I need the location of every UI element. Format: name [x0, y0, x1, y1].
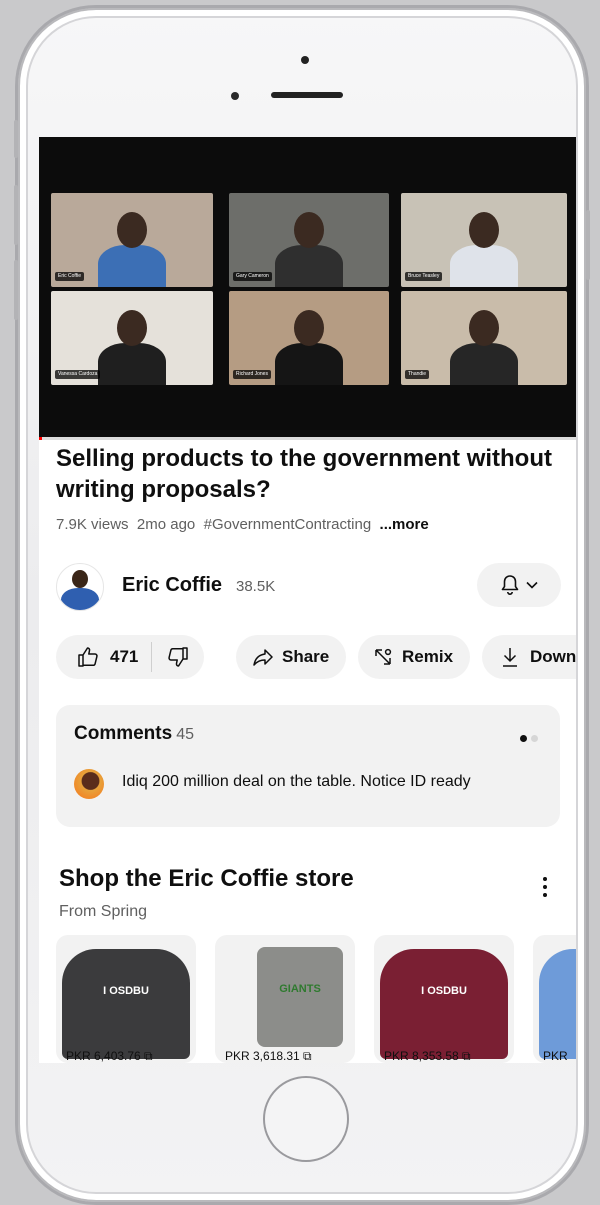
product-card[interactable]: GIANTS: [215, 935, 355, 1063]
participant-body: [450, 244, 518, 287]
product-print-text: GIANTS: [279, 983, 321, 995]
share-icon: [253, 649, 273, 666]
front-camera: [231, 92, 239, 100]
product-price[interactable]: PKR 8,353.58 ⧉: [384, 1049, 471, 1063]
dislike-button[interactable]: [152, 645, 204, 669]
like-button[interactable]: 471: [56, 645, 151, 669]
participant-head: [117, 309, 147, 346]
participant-body: [275, 244, 343, 287]
participant-name-tag: Vanessa Cardoza: [55, 370, 101, 379]
product-price[interactable]: PKR 6,403.76 ⧉: [66, 1049, 153, 1063]
video-metadata[interactable]: 7.9K views 2mo ago #GovernmentContractin…: [56, 516, 429, 533]
share-label: Share: [282, 647, 330, 666]
channel-name[interactable]: Eric Coffie: [122, 574, 222, 597]
product-card[interactable]: I OSDBU: [56, 935, 196, 1063]
top-comment-text: Idiq 200 million deal on the table. Noti…: [122, 773, 471, 790]
participant-body: [98, 342, 166, 385]
front-sensor: [301, 56, 309, 64]
thumbs-up-icon: [78, 647, 98, 667]
participant-tile: Vanessa Cardoza: [51, 291, 213, 385]
product-print-text: I OSDBU: [103, 985, 149, 997]
participant-name-tag: Bruce Teasley: [405, 272, 443, 281]
power-button: [586, 210, 590, 280]
video-player[interactable]: Eric Coffie Gary Cameron Bruce Teasley Vane…: [39, 137, 576, 440]
pager-dot: [531, 735, 538, 742]
share-button[interactable]: Share: [236, 635, 346, 679]
participant-tile: Thandie: [401, 291, 567, 385]
participant-body: [450, 342, 518, 385]
participant-head: [117, 211, 147, 248]
video-progress-bar[interactable]: [39, 437, 576, 440]
shop-heading: Shop the Eric Coffie store: [59, 865, 354, 892]
product-print-text: I OSDBU: [421, 985, 467, 997]
comments-heading: Comments 45: [74, 723, 194, 745]
sweatshirt-image: [539, 949, 576, 1059]
sweatshirt-image: I OSDBU: [380, 949, 508, 1059]
channel-avatar[interactable]: [56, 563, 104, 611]
download-button[interactable]: Down: [482, 635, 576, 679]
remix-icon: [375, 648, 392, 665]
product-price[interactable]: PKR: [543, 1049, 568, 1063]
participant-tile: Gary Cameron: [229, 193, 389, 287]
more-link[interactable]: ...more: [380, 516, 429, 533]
participant-name-tag: Gary Cameron: [233, 272, 272, 281]
comments-count: 45: [176, 726, 194, 743]
participant-tile: Richard Jones: [229, 291, 389, 385]
mug-image: GIANTS: [257, 947, 343, 1047]
participant-body: [98, 244, 166, 287]
video-progress-fill: [39, 437, 42, 440]
shop-subtitle: From Spring: [59, 903, 148, 920]
participant-head: [469, 211, 499, 248]
notification-bell-button[interactable]: [477, 563, 561, 607]
participant-tile: Eric Coffie: [51, 193, 213, 287]
product-card[interactable]: I OSDBU: [374, 935, 514, 1063]
thumbs-down-icon: [168, 647, 188, 667]
youtube-watch-screen: Eric Coffie Gary Cameron Bruce Teasley Vane…: [39, 137, 576, 1063]
like-count: 471: [110, 647, 139, 666]
channel-row: Eric Coffie 38.5K: [56, 561, 561, 611]
sweatshirt-image: I OSDBU: [62, 949, 190, 1059]
volume-up-button: [14, 185, 18, 245]
earpiece-speaker: [271, 92, 343, 98]
upload-age: 2mo ago: [136, 516, 196, 533]
pager-dot-active: [520, 735, 527, 742]
home-button[interactable]: [263, 1076, 349, 1162]
bell-icon: [501, 575, 519, 595]
view-count: 7.9K views: [56, 516, 129, 533]
action-bar: 471 Share Remix Down: [56, 635, 576, 679]
volume-down-button: [14, 260, 18, 320]
participant-name-tag: Thandie: [405, 370, 430, 379]
product-price[interactable]: PKR 3,618.31 ⧉: [225, 1049, 312, 1063]
commenter-avatar: [74, 769, 104, 799]
download-icon: [503, 648, 517, 667]
participant-head: [294, 211, 324, 248]
participant-body: [275, 342, 343, 385]
mute-switch: [14, 120, 18, 158]
participant-tile: Bruce Teasley: [401, 193, 567, 287]
video-title[interactable]: Selling products to the government witho…: [56, 443, 556, 505]
comments-pager-dots: [516, 729, 538, 747]
hashtag-link[interactable]: #GovernmentContracting: [204, 516, 372, 533]
more-options-icon[interactable]: [541, 877, 549, 903]
download-label: Down: [530, 647, 576, 666]
chevron-down-icon: [526, 581, 538, 589]
subscriber-count: 38.5K: [236, 578, 276, 595]
remix-label: Remix: [402, 647, 454, 666]
comments-panel[interactable]: Comments 45 Idiq 200 million deal on the …: [56, 705, 560, 827]
participant-name-tag: Richard Jones: [233, 370, 271, 379]
participant-name-tag: Eric Coffie: [55, 272, 84, 281]
like-dislike-group: 471: [56, 635, 204, 679]
participant-head: [469, 309, 499, 346]
participant-head: [294, 309, 324, 346]
remix-button[interactable]: Remix: [358, 635, 470, 679]
product-card[interactable]: [533, 935, 576, 1063]
comments-label: Comments: [74, 723, 173, 744]
